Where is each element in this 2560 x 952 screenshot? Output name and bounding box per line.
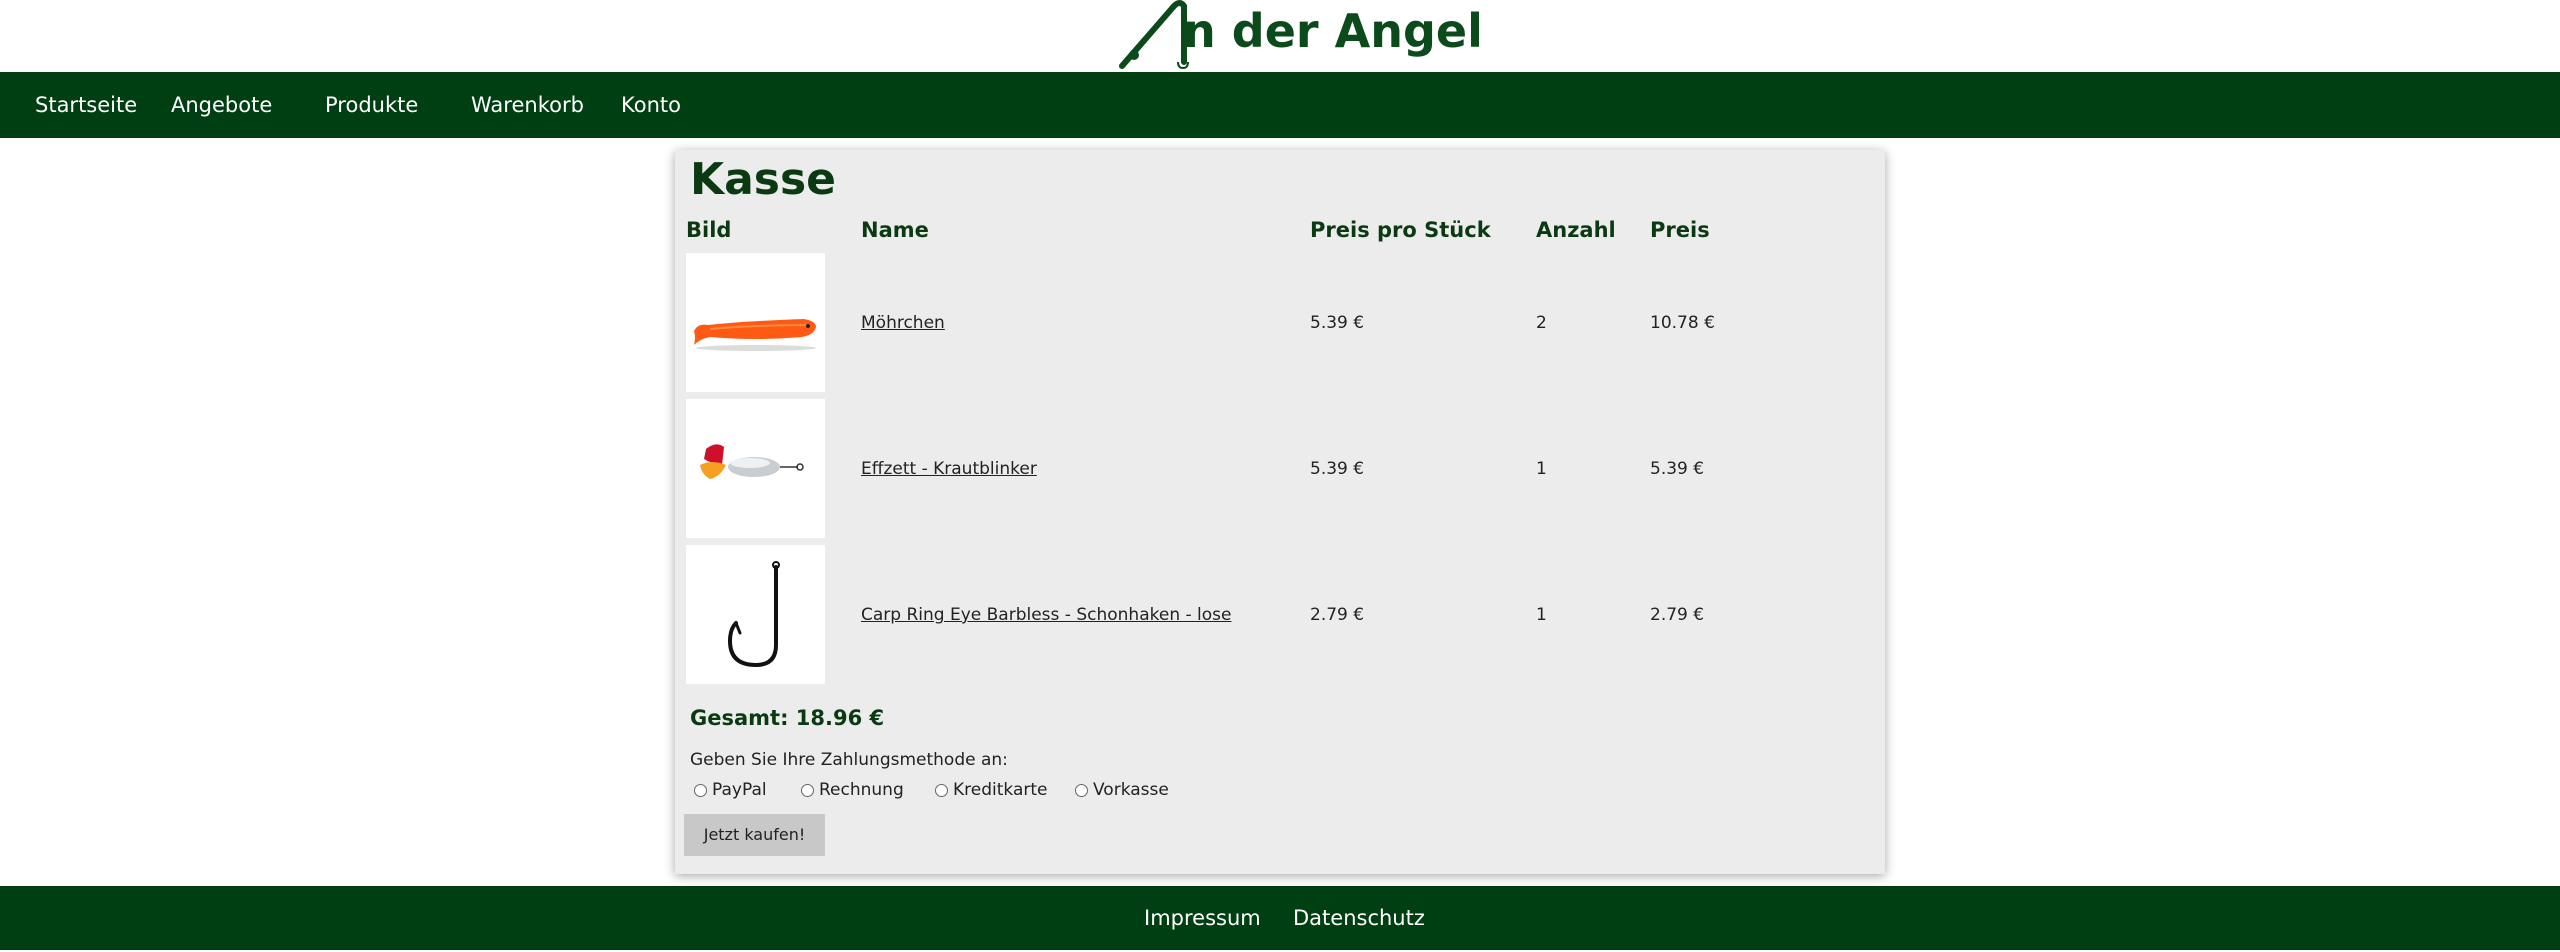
radio-label: PayPal <box>712 780 767 800</box>
radio-button[interactable] <box>801 783 814 797</box>
unit-price-cell: 2.79 € <box>1310 605 1365 625</box>
checkout-card: Kasse Bild Name Preis pro Stück Anzahl P… <box>675 150 1885 874</box>
payment-option-rechnung[interactable]: Rechnung <box>801 778 904 802</box>
nav-item-konto[interactable]: Konto <box>621 72 681 138</box>
nav-item-startseite[interactable]: Startseite <box>35 72 137 138</box>
radio-button[interactable] <box>694 783 707 797</box>
price-cell: 10.78 € <box>1650 313 1715 333</box>
footer: Impressum Datenschutz <box>0 886 2560 950</box>
table-row: Carp Ring Eye Barbless - Schonhaken - lo… <box>675 545 1885 685</box>
column-header-name: Name <box>861 218 929 242</box>
column-header-image: Bild <box>686 218 732 242</box>
unit-price-cell: 5.39 € <box>1310 459 1365 479</box>
payment-prompt: Geben Sie Ihre Zahlungsmethode an: <box>690 750 1008 770</box>
radio-button[interactable] <box>1075 783 1088 797</box>
product-link[interactable]: Effzett - Krautblinker <box>861 459 1037 479</box>
payment-option-vorkasse[interactable]: Vorkasse <box>1075 778 1169 802</box>
price-cell: 5.39 € <box>1650 459 1705 479</box>
radio-label: Vorkasse <box>1093 780 1169 800</box>
footer-link-impressum[interactable]: Impressum <box>1144 886 1261 950</box>
nav-item-warenkorb[interactable]: Warenkorb <box>471 72 584 138</box>
radio-label: Rechnung <box>819 780 904 800</box>
main-nav: Startseite Angebote Produkte Warenkorb K… <box>0 72 2560 138</box>
product-link[interactable]: Carp Ring Eye Barbless - Schonhaken - lo… <box>861 605 1231 625</box>
quantity-cell: 1 <box>1536 605 1547 625</box>
header: n der Angel <box>0 0 2560 72</box>
radio-label: Kreditkarte <box>953 780 1048 800</box>
column-header-price: Preis <box>1650 218 1710 242</box>
fish-hook-image <box>686 545 825 684</box>
payment-option-kreditkarte[interactable]: Kreditkarte <box>935 778 1047 802</box>
column-header-unit-price: Preis pro Stück <box>1310 218 1491 242</box>
order-total: Gesamt: 18.96 € <box>690 706 885 730</box>
quantity-cell: 2 <box>1536 313 1547 333</box>
fishing-rod-icon <box>1119 0 1189 70</box>
unit-price-cell: 5.39 € <box>1310 313 1365 333</box>
column-header-quantity: Anzahl <box>1536 218 1616 242</box>
table-row: Möhrchen 5.39 € 2 10.78 € <box>675 253 1885 393</box>
product-link[interactable]: Möhrchen <box>861 313 945 333</box>
footer-link-datenschutz[interactable]: Datenschutz <box>1293 886 1425 950</box>
nav-item-angebote[interactable]: Angebote <box>171 72 272 138</box>
nav-item-produkte[interactable]: Produkte <box>325 72 418 138</box>
site-logo[interactable]: n der Angel <box>1112 0 1483 72</box>
logo-text: n der Angel <box>1183 4 1483 58</box>
price-cell: 2.79 € <box>1650 605 1705 625</box>
spinner-lure-image <box>686 399 825 538</box>
radio-button[interactable] <box>935 783 948 797</box>
orange-soft-lure-image <box>686 253 825 392</box>
quantity-cell: 1 <box>1536 459 1547 479</box>
table-row: Effzett - Krautblinker 5.39 € 1 5.39 € <box>675 399 1885 539</box>
payment-option-paypal[interactable]: PayPal <box>694 778 767 802</box>
buy-now-button[interactable]: Jetzt kaufen! <box>684 814 825 856</box>
page-title: Kasse <box>690 154 837 205</box>
